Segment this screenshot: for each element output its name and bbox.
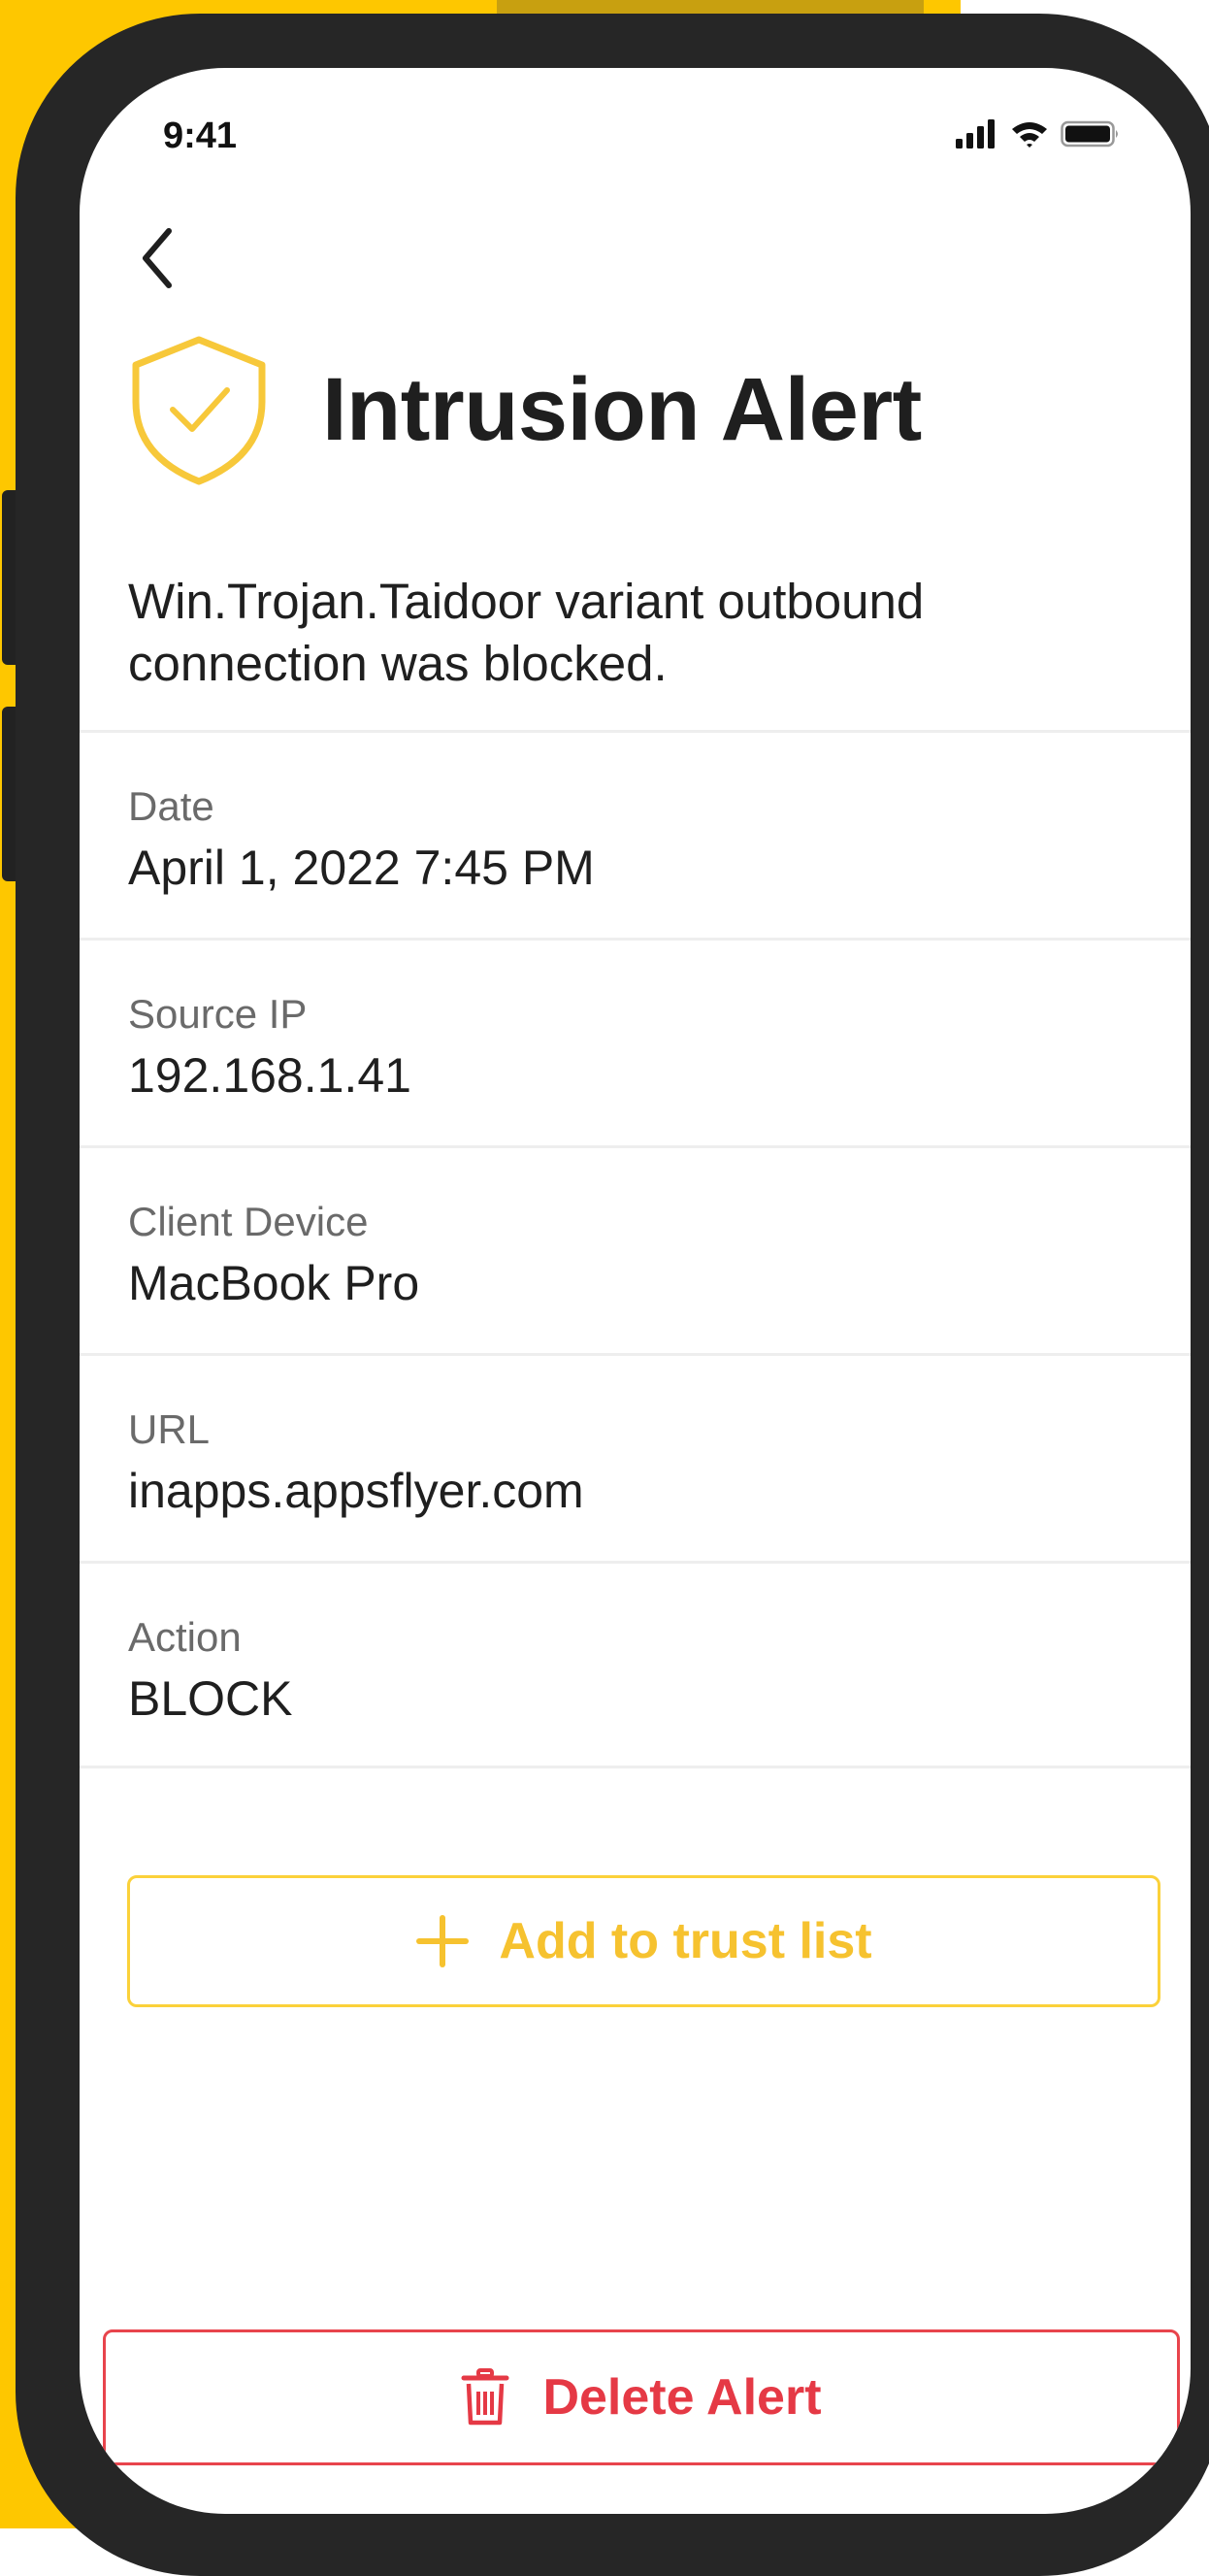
back-button[interactable] [130,219,188,297]
detail-row-source-ip: Source IP 192.168.1.41 [80,938,1191,1145]
detail-label: Action [128,1614,242,1660]
plus-icon [416,1915,470,1967]
detail-label: Date [128,783,214,829]
detail-value: 192.168.1.41 [128,1048,411,1103]
shield-check-icon [132,336,266,485]
detail-label: Client Device [128,1199,369,1244]
detail-label: Source IP [128,991,308,1037]
trash-icon [461,2368,509,2426]
page-title: Intrusion Alert [322,359,922,459]
title-row: Intrusion Alert [126,332,922,487]
chevron-left-icon [143,228,172,288]
status-time: 9:41 [163,116,238,156]
status-icons [956,119,1121,149]
detail-row-client-device: Client Device MacBook Pro [80,1145,1191,1353]
detail-row-action: Action BLOCK [80,1561,1191,1768]
detail-value: April 1, 2022 7:45 PM [128,841,595,895]
detail-label: URL [128,1406,211,1452]
add-to-trust-list-button[interactable]: Add to trust list [127,1875,1160,2007]
battery-icon [1061,120,1118,148]
add-to-trust-list-label: Add to trust list [499,1913,872,1969]
phone-frame: 9:41 Intrusion Alert Win.Trojan.Taidoor … [16,14,1209,2576]
alert-description: Win.Trojan.Taidoor variant outbound conn… [128,574,925,691]
detail-value: BLOCK [128,1671,293,1726]
delete-alert-button[interactable]: Delete Alert [103,2329,1180,2465]
alert-details: Date April 1, 2022 7:45 PM Source IP 192… [80,730,1191,1768]
delete-alert-label: Delete Alert [542,2369,822,2426]
detail-row-date: Date April 1, 2022 7:45 PM [80,730,1191,938]
phone-screen: 9:41 Intrusion Alert Win.Trojan.Taidoor … [80,68,1191,2514]
detail-value: inapps.appsflyer.com [128,1464,584,1518]
signal-icon [956,119,995,149]
wifi-icon [1012,122,1047,148]
detail-row-url: URL inapps.appsflyer.com [80,1353,1191,1561]
detail-value: MacBook Pro [128,1256,420,1310]
